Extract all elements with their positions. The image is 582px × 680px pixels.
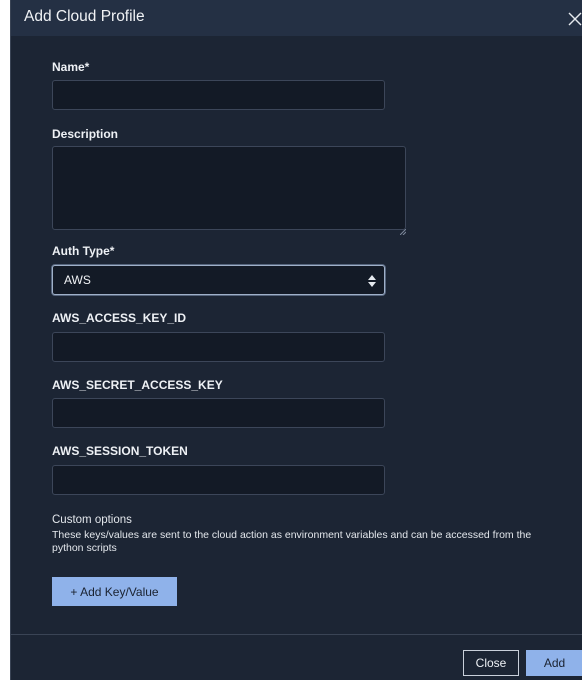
- aws-access-key-id-label: AWS_ACCESS_KEY_ID: [52, 311, 187, 325]
- close-icon[interactable]: [567, 11, 582, 27]
- description-textarea[interactable]: [52, 146, 406, 230]
- custom-options-description: These keys/values are sent to the cloud …: [52, 529, 532, 554]
- custom-options-title: Custom options: [52, 514, 132, 526]
- dialog-footer: Close Add: [11, 634, 582, 680]
- resize-grip-icon[interactable]: [399, 222, 407, 236]
- description-label: Description: [52, 127, 119, 141]
- add-button[interactable]: Add: [526, 650, 582, 676]
- aws-session-token-label: AWS_SESSION_TOKEN: [52, 444, 188, 458]
- name-label: Name*: [52, 60, 90, 74]
- add-key-value-button[interactable]: + Add Key/Value: [52, 577, 177, 606]
- aws-secret-access-key-input[interactable]: [52, 398, 385, 428]
- auth-type-label: Auth Type*: [52, 244, 115, 258]
- dialog-titlebar: Add Cloud Profile: [11, 0, 582, 36]
- close-button[interactable]: Close: [463, 650, 519, 676]
- dialog-title: Add Cloud Profile: [24, 8, 145, 25]
- aws-secret-access-key-label: AWS_SECRET_ACCESS_KEY: [52, 378, 223, 392]
- name-input[interactable]: [52, 80, 385, 110]
- add-cloud-profile-dialog: Add Cloud Profile Name* Description Auth…: [10, 0, 582, 680]
- auth-type-selected-value: AWS: [64, 273, 91, 287]
- auth-type-select[interactable]: AWS: [52, 265, 385, 295]
- dialog-body: Name* Description Auth Type* AWS AWS_ACC…: [11, 36, 582, 634]
- select-arrows-icon: [368, 274, 376, 287]
- aws-access-key-id-input[interactable]: [52, 332, 385, 362]
- aws-session-token-input[interactable]: [52, 465, 385, 495]
